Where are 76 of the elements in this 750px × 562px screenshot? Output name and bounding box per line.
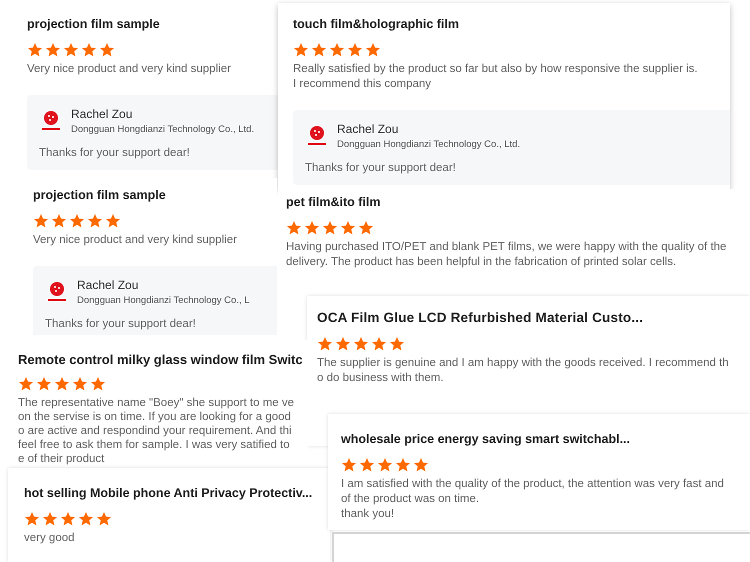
star-icon (42, 510, 58, 527)
review-text: Really satisfied by the product so far but also by how responsive the supplier is. (293, 62, 698, 77)
star-icon (51, 212, 67, 229)
company-name: Dongguan Hongdianzi Technology Co., L (77, 294, 250, 308)
star-icon (317, 336, 333, 352)
star-icon (371, 336, 387, 352)
product-title: wholesale price energy saving smart switchabl... (341, 431, 632, 448)
star-icon (286, 220, 302, 236)
product-title: projection film sample (33, 187, 167, 204)
review-text: I recommend this company (293, 76, 432, 92)
star-icon (81, 42, 97, 58)
logo-icon (305, 124, 329, 148)
star-icon (311, 42, 327, 58)
star-icon (358, 220, 374, 236)
star-icon (347, 42, 363, 58)
review-text: o are active and respondind your requirement. And thi (18, 424, 292, 438)
star-icon (293, 42, 309, 58)
reply-text: Thanks for your support dear! (39, 146, 190, 161)
review-text: Very nice product and very kind supplier (33, 232, 237, 248)
reply-text: Thanks for your support dear! (45, 317, 196, 332)
logo-icon (39, 108, 63, 133)
replier-name: Rachel Zou (71, 106, 132, 123)
review-text: o do business with them. (317, 371, 444, 386)
star-icon (304, 220, 320, 236)
star-icon (33, 212, 49, 229)
replier-name: Rachel Zou (77, 276, 138, 294)
product-title: projection film sample (27, 16, 161, 33)
star-icon (60, 510, 76, 527)
review-text: of the product was on time. (341, 492, 480, 507)
star-icon (72, 376, 88, 392)
star-icon (87, 212, 103, 229)
star-icon (353, 336, 369, 352)
star-icon (45, 42, 61, 58)
product-title: OCA Film Glue LCD Refurbished Material Custo... (317, 309, 644, 327)
review-text: Very nice product and very kind supplier (27, 62, 231, 77)
review-text: The representative name "Boey" she support to me ve (18, 396, 294, 410)
review-text: on the servise is on time. If you are looking for a good (18, 410, 291, 424)
star-icon (105, 212, 121, 229)
product-title: hot selling Mobile phone Anti Privacy Protectiv... (24, 485, 314, 502)
product-title: touch film&holographic film (293, 16, 460, 33)
review-text: I am satisfied with the quality of the product, the attention was very fast and (341, 476, 724, 492)
star-icon (69, 212, 85, 229)
company-name: Dongguan Hongdianzi Technology Co., Ltd. (71, 122, 254, 137)
review-text: The supplier is genuine and I am happy with the goods received. I recommend th (317, 356, 729, 372)
star-icon (413, 456, 429, 473)
review-text: thank you! (341, 506, 394, 522)
star-icon (395, 456, 411, 473)
star-icon (329, 42, 345, 58)
replier-name: Rachel Zou (337, 120, 398, 138)
star-icon (54, 376, 70, 392)
star-icon (90, 376, 106, 392)
star-icon (96, 510, 112, 527)
star-icon (359, 456, 375, 473)
star-icon (389, 336, 405, 352)
review-text: Having purchased ITO/PET and blank PET films, we were happy with the quality of the (286, 240, 726, 255)
review-text: delivery. The product has been helpful in the fabrication of printed solar cells. (286, 254, 676, 270)
star-icon (63, 42, 79, 58)
star-icon (377, 456, 393, 473)
star-icon (27, 42, 43, 58)
reply-text: Thanks for your support dear! (305, 161, 456, 176)
star-icon (335, 336, 351, 352)
star-icon (365, 42, 381, 58)
product-title: pet film&ito film (286, 194, 382, 211)
star-icon (36, 376, 52, 392)
logo-icon (45, 280, 69, 304)
star-icon (341, 456, 357, 473)
star-icon (322, 220, 338, 236)
company-name: Dongguan Hongdianzi Technology Co., Ltd. (337, 138, 520, 152)
star-icon (340, 220, 356, 236)
star-icon (18, 376, 34, 392)
star-icon (24, 510, 40, 527)
star-icon (99, 42, 115, 58)
star-icon (78, 510, 94, 527)
review-text: feel free to ask them for sample. I was very satified to (18, 438, 290, 452)
review-text: very good (24, 530, 75, 546)
review-text: e of their product (18, 452, 104, 466)
